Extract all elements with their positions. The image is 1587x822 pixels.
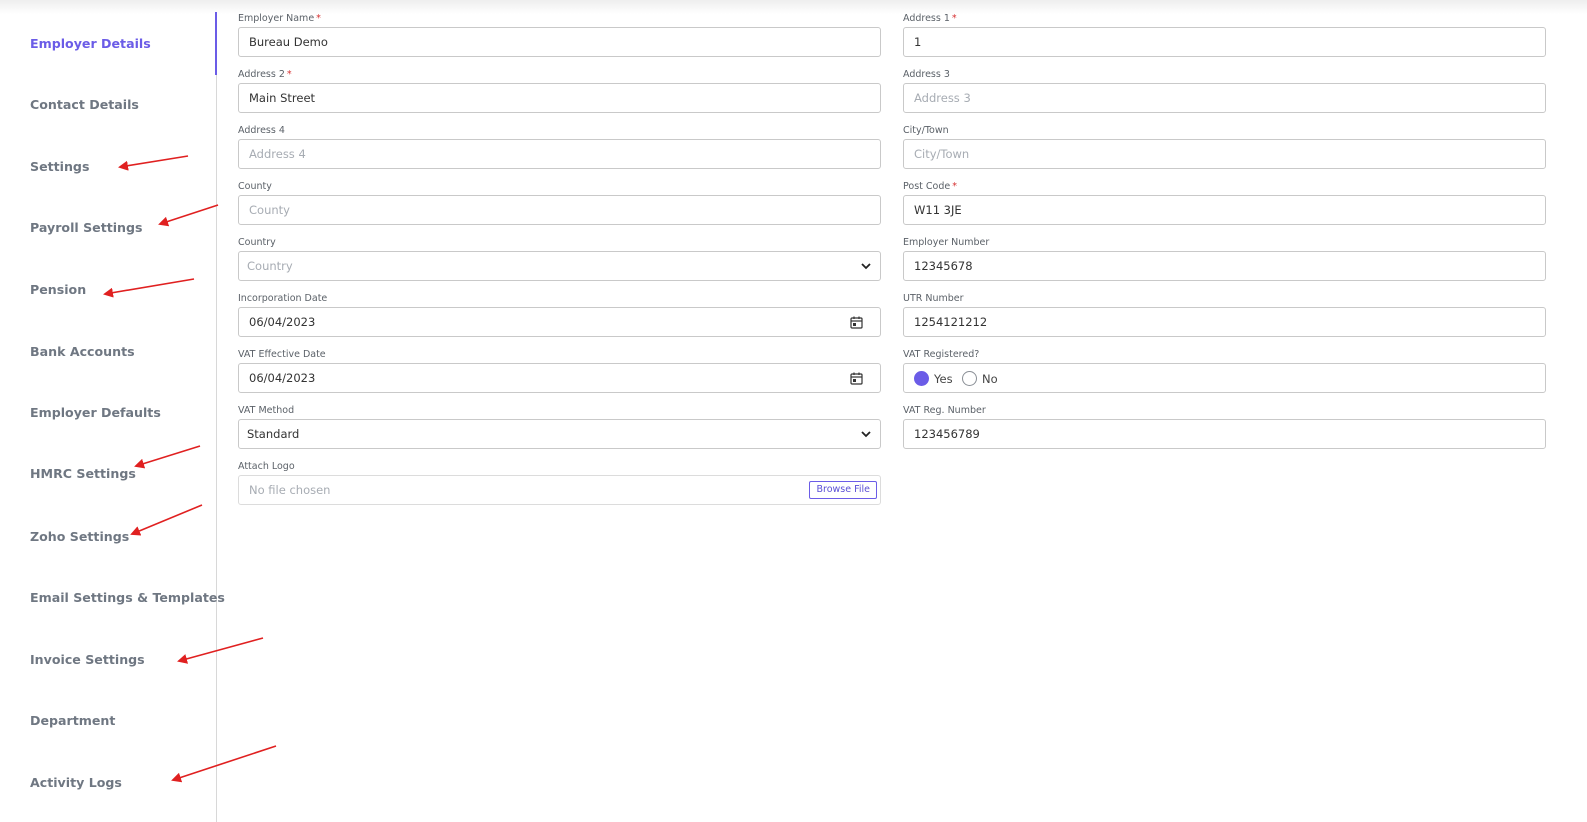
address1-input[interactable]: 1 xyxy=(903,27,1546,57)
vat-registered-label: VAT Registered? xyxy=(903,349,980,360)
vat-registered-field: VAT Registered? Yes No xyxy=(903,349,1546,395)
vat-reg-number-input[interactable]: 123456789 xyxy=(903,419,1546,449)
address1-label: Address 1 * xyxy=(903,13,957,24)
county-field: County County xyxy=(238,181,881,227)
post-code-field: Post Code * W11 3JE xyxy=(903,181,1546,227)
address2-field: Address 2 * Main Street xyxy=(238,69,881,115)
vat-registered-yes-label[interactable]: Yes xyxy=(934,372,953,386)
post-code-label: Post Code * xyxy=(903,181,957,192)
utr-number-field: UTR Number 1254121212 xyxy=(903,293,1546,339)
sidebar-item-invoice-settings[interactable]: Invoice Settings xyxy=(30,652,145,667)
incorporation-date-field: Incorporation Date 06/04/2023 xyxy=(238,293,881,339)
top-shadow xyxy=(0,0,1587,14)
county-input[interactable]: County xyxy=(238,195,881,225)
vat-registered-no-label[interactable]: No xyxy=(982,372,998,386)
vat-registered-no-radio[interactable] xyxy=(962,371,977,386)
vat-effective-date-field: VAT Effective Date 06/04/2023 xyxy=(238,349,881,395)
vat-reg-number-label: VAT Reg. Number xyxy=(903,405,986,416)
sidebar-item-settings[interactable]: Settings xyxy=(30,159,89,174)
vat-method-label: VAT Method xyxy=(238,405,295,416)
chevron-down-icon xyxy=(861,263,871,270)
city-field: City/Town City/Town xyxy=(903,125,1546,171)
vat-effective-date-label: VAT Effective Date xyxy=(238,349,326,360)
sidebar-item-employer-details[interactable]: Employer Details xyxy=(30,36,151,51)
active-indicator xyxy=(215,12,217,75)
address1-field: Address 1 * 1 xyxy=(903,13,1546,59)
country-select[interactable]: Country xyxy=(238,251,881,281)
utr-number-label: UTR Number xyxy=(903,293,964,304)
chevron-down-icon xyxy=(861,431,871,438)
calendar-icon[interactable] xyxy=(850,372,863,385)
attach-logo-input[interactable]: No file chosen Browse File xyxy=(238,475,881,505)
sidebar-item-department[interactable]: Department xyxy=(30,713,115,728)
address4-label: Address 4 xyxy=(238,125,285,136)
incorporation-date-input[interactable]: 06/04/2023 xyxy=(238,307,881,337)
sidebar-divider xyxy=(216,12,217,822)
address2-label: Address 2 * xyxy=(238,69,292,80)
address3-label: Address 3 xyxy=(903,69,950,80)
address4-field: Address 4 Address 4 xyxy=(238,125,881,171)
sidebar-item-payroll-settings[interactable]: Payroll Settings xyxy=(30,220,143,235)
employer-name-label: Employer Name * xyxy=(238,13,321,24)
calendar-icon[interactable] xyxy=(850,316,863,329)
post-code-input[interactable]: W11 3JE xyxy=(903,195,1546,225)
browse-file-button[interactable]: Browse File xyxy=(809,481,877,499)
attach-logo-field: Attach Logo No file chosen Browse File xyxy=(238,461,881,507)
county-label: County xyxy=(238,181,272,192)
sidebar-item-bank-accounts[interactable]: Bank Accounts xyxy=(30,344,135,359)
country-field: Country Country xyxy=(238,237,881,283)
address2-input[interactable]: Main Street xyxy=(238,83,881,113)
employer-number-field: Employer Number 12345678 xyxy=(903,237,1546,283)
incorporation-date-label: Incorporation Date xyxy=(238,293,328,304)
address4-input[interactable]: Address 4 xyxy=(238,139,881,169)
vat-effective-date-input[interactable]: 06/04/2023 xyxy=(238,363,881,393)
vat-reg-number-field: VAT Reg. Number 123456789 xyxy=(903,405,1546,451)
employer-name-input[interactable]: Bureau Demo xyxy=(238,27,881,57)
sidebar-item-email-settings[interactable]: Email Settings & Templates xyxy=(30,590,225,605)
utr-number-input[interactable]: 1254121212 xyxy=(903,307,1546,337)
sidebar-item-zoho-settings[interactable]: Zoho Settings xyxy=(30,529,129,544)
employer-number-input[interactable]: 12345678 xyxy=(903,251,1546,281)
sidebar-item-activity-logs[interactable]: Activity Logs xyxy=(30,775,122,790)
address3-input[interactable]: Address 3 xyxy=(903,83,1546,113)
sidebar-item-employer-defaults[interactable]: Employer Defaults xyxy=(30,405,161,420)
vat-registered-radio-group: Yes No xyxy=(903,363,1546,393)
sidebar-nav: Employer Details Contact Details Setting… xyxy=(0,0,225,822)
sidebar-item-contact-details[interactable]: Contact Details xyxy=(30,97,139,112)
sidebar-item-hmrc-settings[interactable]: HMRC Settings xyxy=(30,466,136,481)
vat-registered-yes-radio[interactable] xyxy=(914,371,929,386)
sidebar-item-pension[interactable]: Pension xyxy=(30,282,86,297)
vat-method-field: VAT Method Standard xyxy=(238,405,881,451)
country-label: Country xyxy=(238,237,276,248)
vat-method-select[interactable]: Standard xyxy=(238,419,881,449)
employer-number-label: Employer Number xyxy=(903,237,990,248)
attach-logo-label: Attach Logo xyxy=(238,461,295,472)
city-input[interactable]: City/Town xyxy=(903,139,1546,169)
city-label: City/Town xyxy=(903,125,949,136)
employer-name-field: Employer Name * Bureau Demo xyxy=(238,13,881,59)
address3-field: Address 3 Address 3 xyxy=(903,69,1546,115)
